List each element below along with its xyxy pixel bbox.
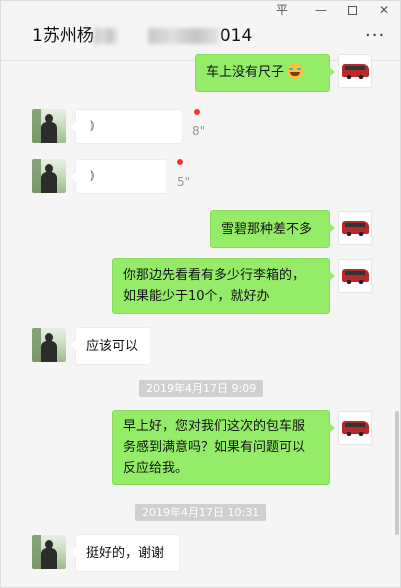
person-avatar[interactable] bbox=[32, 535, 66, 569]
voice-message[interactable]: ⦆ bbox=[70, 159, 167, 194]
message-text-line: 务感到满意吗？如果有问题可以 bbox=[123, 440, 306, 455]
person-avatar[interactable] bbox=[32, 159, 66, 193]
face-with-tears-of-joy-icon bbox=[287, 63, 304, 79]
bus-avatar[interactable] bbox=[338, 411, 372, 445]
message-text: 挺好的，谢谢 bbox=[86, 546, 165, 561]
voice-duration: 5" bbox=[177, 175, 191, 189]
chat-title-suffix: 014 bbox=[219, 26, 253, 46]
message-text: 车上没有尺子 bbox=[206, 65, 285, 80]
message-bubble-me: 车上没有尺子 bbox=[195, 54, 335, 92]
pin-button[interactable]: 平 bbox=[267, 1, 297, 19]
maximize-icon bbox=[347, 6, 357, 15]
bus-avatar[interactable] bbox=[338, 211, 372, 245]
chat-title-prefix: 1苏州杨 bbox=[32, 26, 94, 46]
timestamp: 2019年4月17日 9:09 bbox=[139, 380, 264, 397]
message-text: 雪碧那种差不多 bbox=[221, 222, 313, 237]
person-avatar[interactable] bbox=[32, 109, 66, 143]
voice-wave-icon: ⦆ bbox=[90, 118, 95, 133]
chat-title: 1苏州杨 014 bbox=[32, 21, 252, 46]
unread-dot bbox=[194, 109, 200, 115]
person-avatar[interactable] bbox=[32, 328, 66, 362]
message-bubble-me: 雪碧那种差不多 bbox=[210, 210, 335, 248]
maximize-button[interactable] bbox=[337, 1, 367, 19]
message-text-line: 你那边先看看有多少行李箱的， bbox=[123, 268, 306, 283]
redacted-text bbox=[93, 28, 118, 44]
redacted-text bbox=[147, 28, 220, 44]
chat-window: 平 — ✕ 1苏州杨 014 ··· 车上没有尺子 ⦆ 8" ⦆ 5" 雪碧那种差… bbox=[0, 0, 401, 588]
voice-wave-icon: ⦆ bbox=[90, 168, 95, 183]
unread-dot bbox=[177, 159, 183, 165]
more-options-button[interactable]: ··· bbox=[365, 25, 385, 46]
minimize-button[interactable]: — bbox=[306, 1, 336, 19]
bus-avatar[interactable] bbox=[338, 54, 372, 88]
message-bubble-other: 应该可以 bbox=[70, 327, 151, 365]
close-button[interactable]: ✕ bbox=[369, 1, 399, 19]
message-text-line: 反应给我。 bbox=[123, 461, 189, 476]
message-text: 应该可以 bbox=[86, 339, 139, 354]
timestamp: 2019年4月17日 10:31 bbox=[135, 504, 267, 521]
message-text-line: 早上好，您对我们这次的包车服 bbox=[123, 419, 306, 434]
message-bubble-me: 你那边先看看有多少行李箱的， 如果能少于10个，就好办 bbox=[112, 258, 335, 314]
voice-message[interactable]: ⦆ bbox=[70, 109, 183, 144]
title-bar: 平 — ✕ 1苏州杨 014 ··· bbox=[1, 1, 400, 61]
message-text-line: 如果能少于10个，就好办 bbox=[123, 289, 270, 304]
message-bubble-other: 挺好的，谢谢 bbox=[70, 534, 180, 572]
bus-avatar[interactable] bbox=[338, 259, 372, 293]
message-bubble-me: 早上好，您对我们这次的包车服 务感到满意吗？如果有问题可以 反应给我。 bbox=[112, 410, 335, 485]
voice-duration: 8" bbox=[192, 124, 206, 138]
scrollbar[interactable] bbox=[395, 411, 399, 535]
